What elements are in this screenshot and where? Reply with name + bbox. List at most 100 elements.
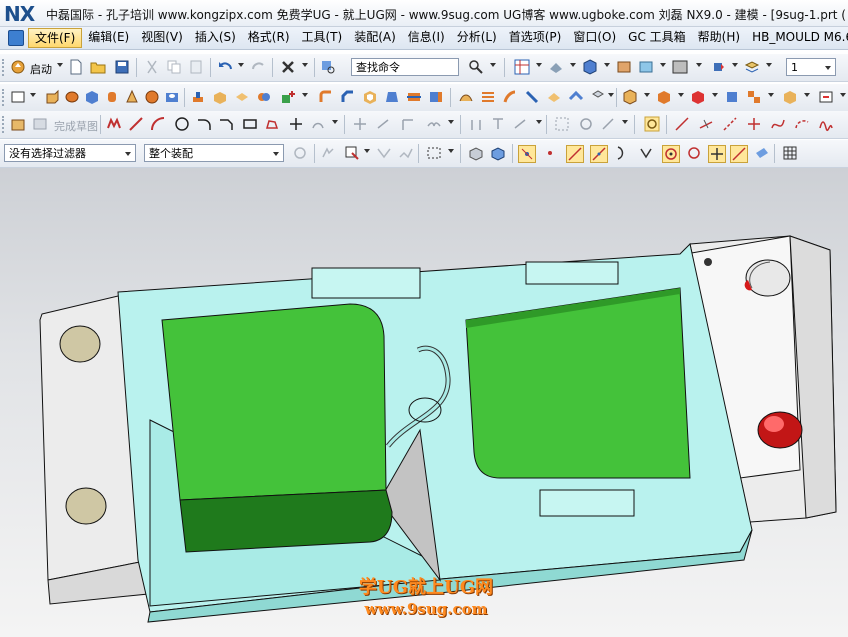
chevron-down-icon[interactable] xyxy=(536,120,542,124)
chevron-down-icon[interactable] xyxy=(608,93,614,97)
cylinder-icon[interactable] xyxy=(104,89,120,105)
mirror-assembly-icon[interactable] xyxy=(782,89,798,105)
point-icon[interactable] xyxy=(288,116,304,132)
snap-toggle-icon[interactable] xyxy=(644,116,660,132)
block-icon[interactable] xyxy=(84,89,100,105)
menu-item[interactable]: 装配(A) xyxy=(348,27,402,47)
chevron-down-icon[interactable] xyxy=(238,63,244,67)
mate-component-icon[interactable] xyxy=(690,89,706,105)
snap-mid-icon[interactable] xyxy=(590,145,608,163)
chamfer-icon[interactable] xyxy=(340,89,356,105)
chevron-down-icon[interactable] xyxy=(712,93,718,97)
reposition-icon[interactable] xyxy=(724,89,740,105)
snap-on-curve-icon[interactable] xyxy=(730,145,748,163)
finish-sketch-icon[interactable] xyxy=(32,116,48,132)
menu-item[interactable]: 视图(V) xyxy=(135,27,189,47)
background-icon[interactable] xyxy=(638,59,654,75)
chevron-down-icon[interactable] xyxy=(622,120,628,124)
orient-view-icon[interactable] xyxy=(616,59,632,75)
selection-scope-select[interactable]: 整个装配 xyxy=(144,144,284,162)
snap-end-icon[interactable] xyxy=(566,145,584,163)
constraint-icon[interactable] xyxy=(468,116,484,132)
toolbar-grip[interactable] xyxy=(2,116,7,133)
general-selection-icon[interactable] xyxy=(292,145,308,161)
chevron-down-icon[interactable] xyxy=(766,63,772,67)
profile-icon[interactable] xyxy=(106,116,122,132)
boss-icon[interactable] xyxy=(190,89,206,105)
draft-icon[interactable] xyxy=(384,89,400,105)
new-file-icon[interactable] xyxy=(68,59,84,75)
select-all-icon[interactable] xyxy=(376,145,392,161)
array-component-icon[interactable] xyxy=(746,89,762,105)
polygon-icon[interactable] xyxy=(264,116,280,132)
mold-model[interactable] xyxy=(0,168,848,637)
shell-icon[interactable] xyxy=(362,89,378,105)
chevron-down-icon[interactable] xyxy=(660,63,666,67)
chevron-down-icon[interactable] xyxy=(448,149,454,153)
revolve-icon[interactable] xyxy=(64,89,80,105)
spline-icon[interactable] xyxy=(770,116,786,132)
line-icon[interactable] xyxy=(128,116,144,132)
bounded-plane-icon[interactable] xyxy=(546,89,562,105)
layer-settings-icon[interactable] xyxy=(744,59,760,75)
chevron-down-icon[interactable] xyxy=(490,63,496,67)
assembly-icon[interactable] xyxy=(622,89,638,105)
paste-icon[interactable] xyxy=(188,59,204,75)
arc-circle-icon[interactable] xyxy=(794,116,810,132)
chevron-down-icon[interactable] xyxy=(570,63,576,67)
helix-icon[interactable] xyxy=(818,116,834,132)
grid-icon[interactable] xyxy=(782,145,798,161)
menu-item[interactable]: 首选项(P) xyxy=(503,27,568,47)
convert-reference-icon[interactable] xyxy=(554,116,570,132)
chevron-down-icon[interactable] xyxy=(57,63,63,67)
curve-icon[interactable] xyxy=(674,116,690,132)
auto-constraint-icon[interactable] xyxy=(512,116,528,132)
line-through-icon[interactable] xyxy=(698,116,714,132)
pad-icon[interactable] xyxy=(234,89,250,105)
app-menu-icon[interactable] xyxy=(8,30,24,46)
snap-intersection-icon[interactable] xyxy=(638,145,654,161)
add-component-icon[interactable] xyxy=(656,89,672,105)
trim-icon[interactable] xyxy=(352,116,368,132)
selection-intent-icon[interactable] xyxy=(320,145,336,161)
copy-icon[interactable] xyxy=(166,59,182,75)
menu-item[interactable]: 插入(S) xyxy=(189,27,242,47)
menu-item[interactable]: 工具(T) xyxy=(296,27,349,47)
color-swatch-icon[interactable] xyxy=(672,59,688,75)
save-icon[interactable] xyxy=(114,59,130,75)
selected-ejector-hole[interactable] xyxy=(757,411,803,449)
menu-item[interactable]: 分析(L) xyxy=(451,27,503,47)
offset-curve-icon[interactable] xyxy=(310,116,326,132)
animate-dimension-icon[interactable] xyxy=(600,116,616,132)
chevron-down-icon[interactable] xyxy=(302,63,308,67)
clearance-icon[interactable] xyxy=(818,89,834,105)
snap-endpoint-icon[interactable] xyxy=(518,145,536,163)
menu-item[interactable]: 信息(I) xyxy=(402,27,451,47)
graphics-viewport[interactable] xyxy=(0,168,848,637)
fit-view-icon[interactable] xyxy=(548,59,564,75)
move-object-icon[interactable] xyxy=(712,59,728,75)
fillet-icon[interactable] xyxy=(196,116,212,132)
menu-item[interactable]: 格式(R) xyxy=(242,27,296,47)
chevron-down-icon[interactable] xyxy=(536,63,542,67)
unite-icon[interactable] xyxy=(256,89,272,105)
command-search-input[interactable]: 查找命令 xyxy=(351,58,459,76)
chamfer-sketch-icon[interactable] xyxy=(218,116,234,132)
sew-icon[interactable] xyxy=(568,89,584,105)
surface-options-icon[interactable] xyxy=(590,89,606,105)
ruled-icon[interactable] xyxy=(524,89,540,105)
work-layer-select[interactable]: 1 xyxy=(786,58,836,76)
snap-quadrant-icon[interactable] xyxy=(686,145,702,161)
surface-icon[interactable] xyxy=(458,89,474,105)
sweep-icon[interactable] xyxy=(502,89,518,105)
command-finder-icon[interactable] xyxy=(320,59,336,75)
through-curves-icon[interactable] xyxy=(480,89,496,105)
toolbar-grip[interactable] xyxy=(2,89,7,106)
chevron-down-icon[interactable] xyxy=(644,93,650,97)
alternate-solution-icon[interactable] xyxy=(578,116,594,132)
sketch-icon[interactable] xyxy=(10,116,26,132)
extrude-icon[interactable] xyxy=(44,89,60,105)
view-grid-icon[interactable] xyxy=(514,59,530,75)
shaded-cube-icon[interactable] xyxy=(582,59,598,75)
search-icon[interactable] xyxy=(468,59,484,75)
